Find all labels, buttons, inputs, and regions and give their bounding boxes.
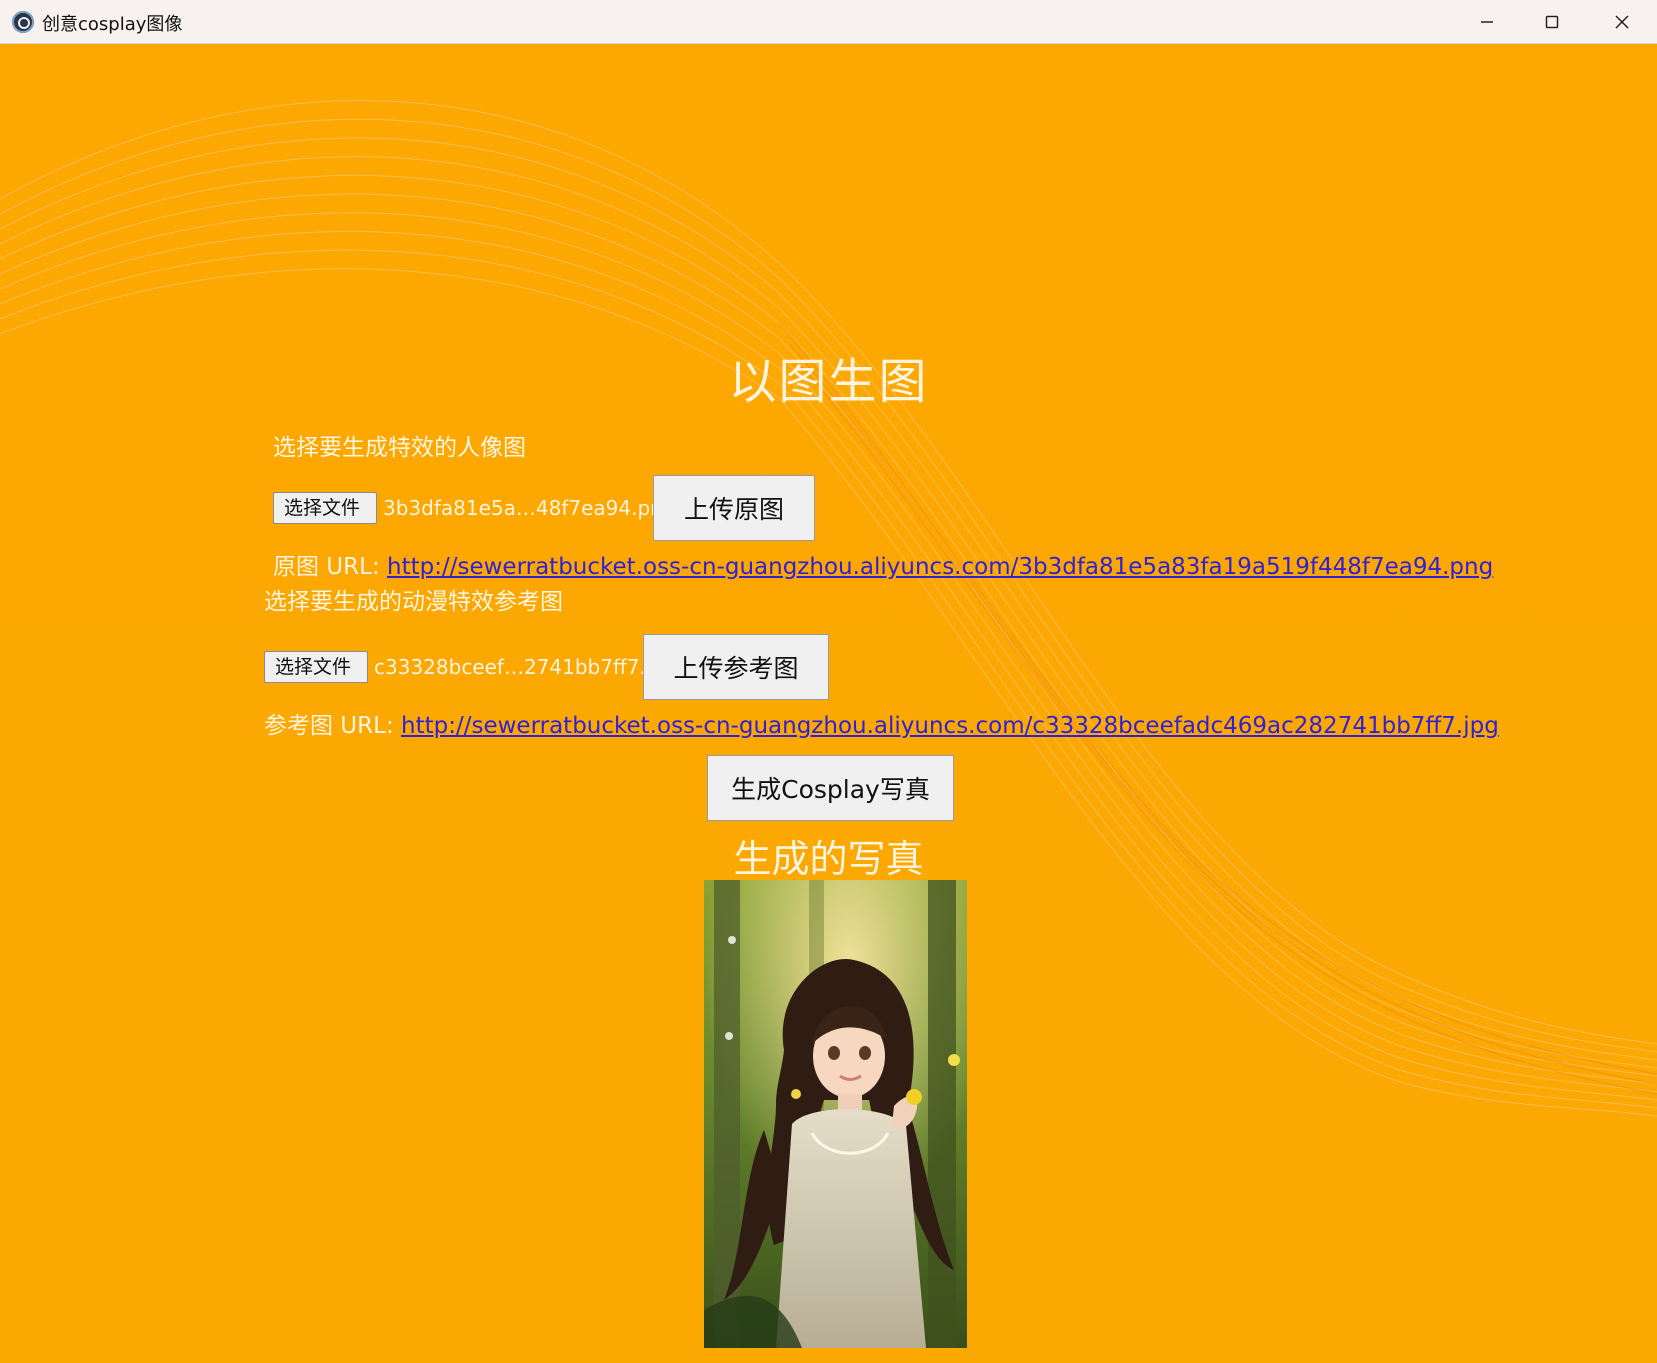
source-url-label: 原图 URL:: [273, 554, 380, 580]
close-icon[interactable]: [1587, 0, 1657, 44]
reference-url-link[interactable]: http://sewerratbucket.oss-cn-guangzhou.a…: [401, 713, 1499, 739]
upload-source-button[interactable]: 上传原图: [653, 475, 815, 541]
reference-file-name: c33328bceef…2741bb7ff7.jpg: [374, 655, 677, 679]
generated-photo-image: [704, 880, 967, 1348]
source-url-line: 原图 URL: http://sewerratbucket.oss-cn-gua…: [273, 547, 1493, 581]
reference-url-label: 参考图 URL:: [264, 713, 394, 739]
generate-cosplay-button[interactable]: 生成Cosplay写真: [707, 755, 954, 821]
generated-photo: [704, 880, 967, 1348]
source-file-name: 3b3dfa81e5a…48f7ea94.png: [383, 496, 676, 520]
source-image-label: 选择要生成特效的人像图: [273, 435, 526, 461]
reference-file-button[interactable]: 选择文件: [264, 651, 368, 683]
minimize-icon[interactable]: [1452, 0, 1522, 44]
reference-url-line: 参考图 URL: http://sewerratbucket.oss-cn-gu…: [264, 706, 1499, 740]
window-title: 创意cosplay图像: [42, 14, 183, 35]
maximize-icon[interactable]: [1517, 0, 1587, 44]
main-content: 以图生图 选择要生成特效的人像图 选择文件 3b3dfa81e5a…48f7ea…: [0, 44, 1657, 1363]
source-url-link[interactable]: http://sewerratbucket.oss-cn-guangzhou.a…: [387, 554, 1493, 580]
page-heading: 以图生图: [728, 354, 929, 410]
app-icon: [12, 11, 34, 33]
title-bar: 创意cosplay图像: [0, 0, 1657, 44]
source-file-button[interactable]: 选择文件: [273, 492, 377, 524]
upload-reference-button[interactable]: 上传参考图: [643, 634, 829, 700]
result-title: 生成的写真: [733, 837, 924, 881]
reference-image-label: 选择要生成的动漫特效参考图: [264, 589, 563, 615]
